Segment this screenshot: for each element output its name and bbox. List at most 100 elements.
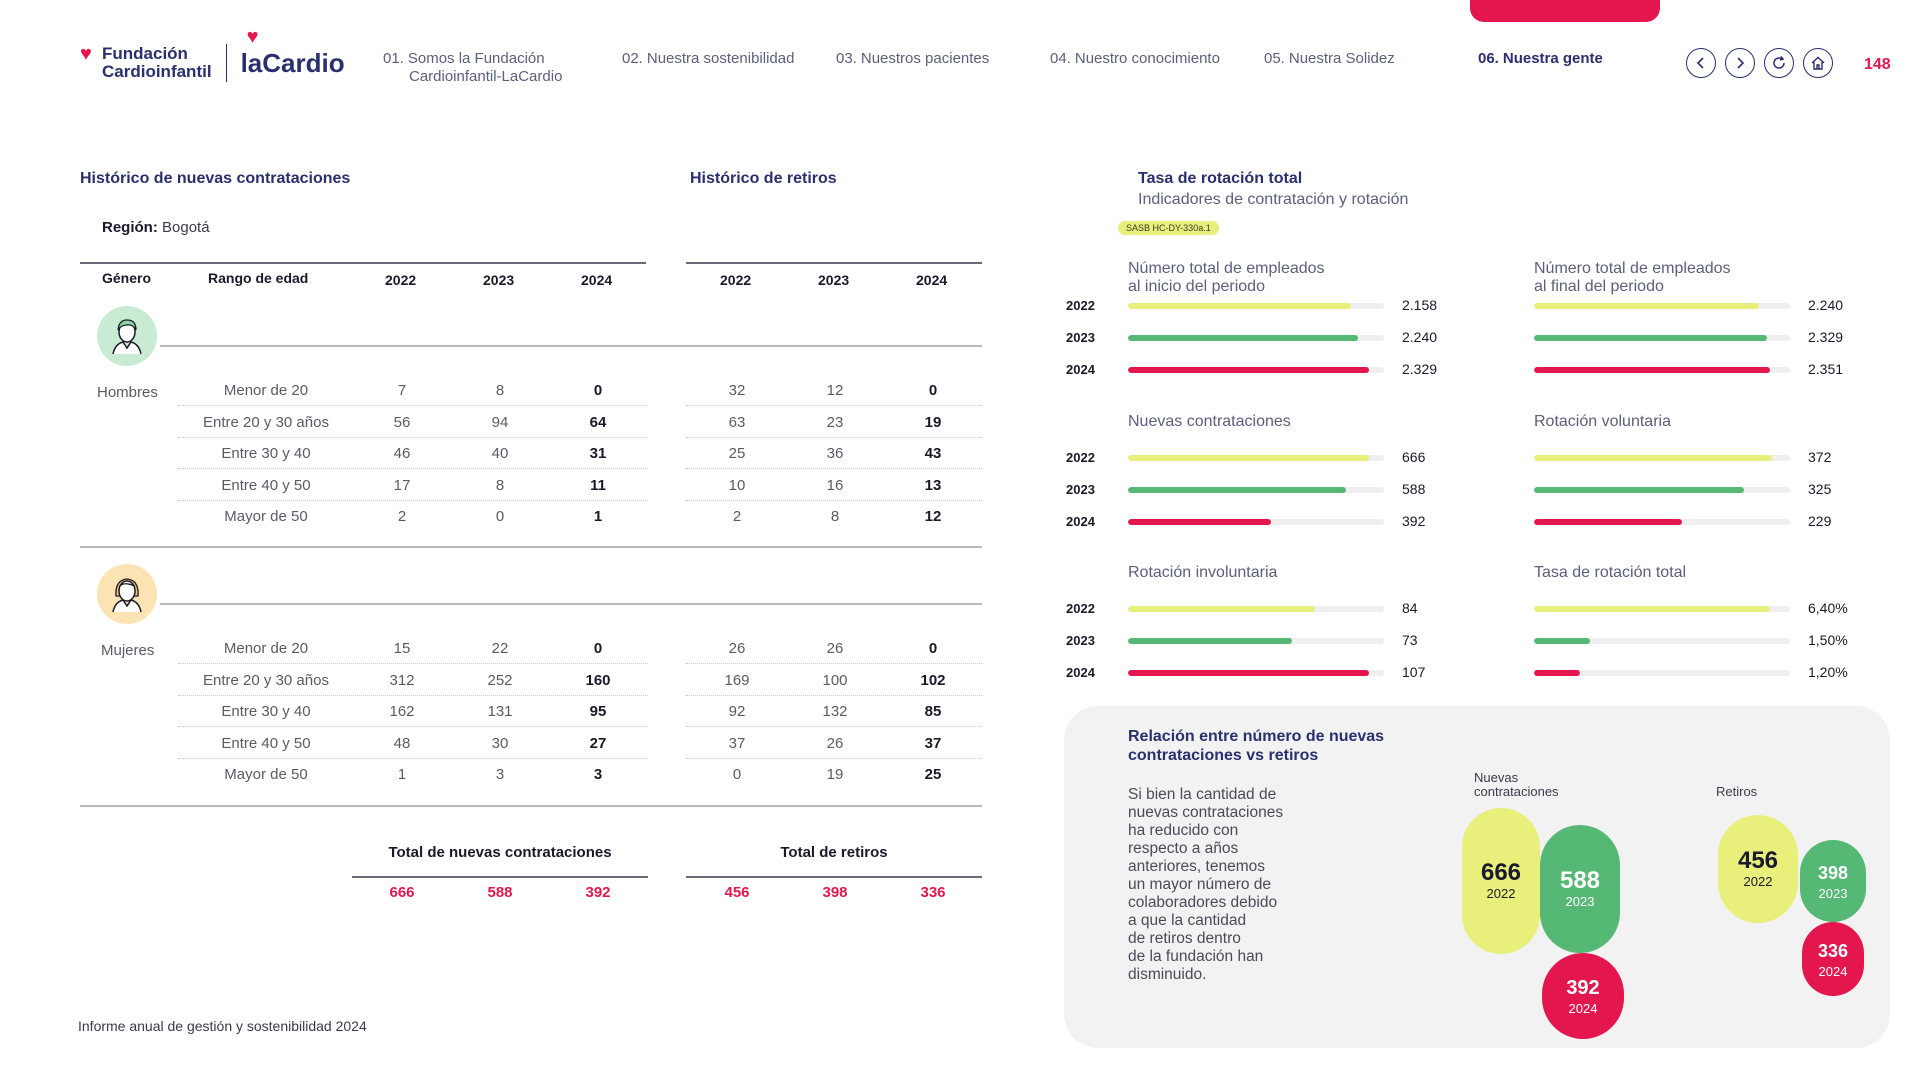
men-exits-cell: 0 [928, 382, 938, 399]
hires-bubble-2024: 392 2024 [1542, 953, 1624, 1039]
women-age-label: Entre 40 y 50 [221, 735, 311, 752]
men-hires-cell: 7 [397, 382, 407, 399]
men-label: Hombres [97, 384, 158, 401]
col-year: 2023 [483, 272, 515, 288]
men-hires-cell: 94 [491, 414, 509, 431]
indicator-bar-track [1534, 606, 1790, 612]
women-hires-cell: 48 [393, 735, 411, 752]
women-age-label: Entre 20 y 30 años [203, 672, 329, 689]
indicator-bar-fill [1128, 335, 1358, 341]
women-exits-cell: 26 [728, 640, 746, 657]
row-divider [686, 663, 982, 664]
section-rule [160, 345, 982, 347]
indicator-bar-track [1534, 487, 1790, 493]
nav-item-gente[interactable]: 06. Nuestra gente [1478, 50, 1603, 68]
indicator-year: 2023 [1066, 330, 1095, 345]
women-exits-cell: 85 [924, 703, 942, 720]
women-hires-cell: 3 [593, 766, 603, 783]
exits-bubble-2024: 336 2024 [1802, 922, 1864, 996]
men-exits-cell: 16 [826, 477, 844, 494]
chevron-left-icon[interactable] [1686, 48, 1716, 78]
total-exits-2022: 456 [724, 884, 750, 901]
logo-lacardio: ♥ laCardio [240, 25, 345, 78]
men-exits-cell: 12 [826, 382, 844, 399]
hires-bubble-2022: 666 2022 [1462, 808, 1540, 954]
row-divider [178, 437, 648, 438]
indicator-bar-track [1534, 670, 1790, 676]
women-hires-cell: 27 [589, 735, 607, 752]
indicator-bar-fill [1534, 335, 1767, 341]
women-hires-cell: 1 [397, 766, 407, 783]
nav-item-solidez[interactable]: 05. Nuestra Solidez [1264, 50, 1395, 68]
indicator-bar-track [1128, 519, 1384, 525]
men-hires-cell: 8 [495, 477, 505, 494]
indicator-value: 84 [1402, 600, 1418, 616]
indicator-bar-fill [1128, 670, 1369, 676]
indicator-label: Tasa de rotación total [1534, 564, 1687, 581]
indicator-value: 2.329 [1402, 361, 1438, 377]
women-hires-cell: 312 [389, 672, 415, 689]
hires-bubble-2023: 588 2023 [1540, 825, 1620, 953]
indicator-bar-track [1534, 455, 1790, 461]
indicator-bar-track [1128, 670, 1384, 676]
women-age-label: Mayor de 50 [224, 766, 308, 783]
indicator-bar-fill [1128, 367, 1369, 373]
nav-item-sostenibilidad[interactable]: 02. Nuestra sostenibilidad [622, 50, 794, 68]
nav-item-somos[interactable]: 01. Somos la Fundación Cardioinfantil-LaC… [383, 50, 562, 86]
indicator-year: 2022 [1066, 450, 1095, 465]
men-hires-cell: 1 [593, 508, 603, 525]
indicator-bar-track [1128, 335, 1384, 341]
exits-bubble-2023: 398 2023 [1800, 840, 1866, 922]
men-exits-cell: 43 [924, 445, 942, 462]
indicator-year: 2024 [1066, 514, 1095, 529]
indicator-bar-fill [1128, 638, 1292, 644]
nav-item-pacientes[interactable]: 03. Nuestros pacientes [836, 50, 989, 68]
chevron-right-icon[interactable] [1725, 48, 1755, 78]
col-year: 2023 [818, 272, 850, 288]
row-divider [686, 758, 982, 759]
indicator-bar-fill [1128, 519, 1271, 525]
men-exits-cell: 63 [728, 414, 746, 431]
indicator-value: 325 [1808, 481, 1832, 497]
table-top-rule [686, 262, 982, 264]
row-divider [178, 726, 648, 727]
men-hires-cell: 17 [393, 477, 411, 494]
indicator-value: 107 [1402, 664, 1426, 680]
men-exits-cell: 8 [830, 508, 840, 525]
women-exits-cell: 0 [928, 640, 938, 657]
women-hires-cell: 22 [491, 640, 509, 657]
men-exits-cell: 10 [728, 477, 746, 494]
nav-item-conocimiento[interactable]: 04. Nuestro conocimiento [1050, 50, 1220, 68]
indicator-bar-fill [1128, 606, 1315, 612]
men-hires-cell: 0 [495, 508, 505, 525]
home-icon[interactable] [1803, 48, 1833, 78]
total-hires-2022: 666 [389, 884, 415, 901]
indicator-year: 2022 [1066, 601, 1095, 616]
col-gender: Género [102, 270, 152, 286]
men-age-label: Entre 20 y 30 años [203, 414, 329, 431]
indicator-bar-track [1128, 455, 1384, 461]
men-exits-cell: 12 [924, 508, 942, 525]
indicator-value: 2.329 [1808, 329, 1844, 345]
totals-rule [686, 876, 982, 878]
indicator-bar-fill [1534, 638, 1590, 644]
row-divider [686, 405, 982, 406]
indicator-bar-fill [1534, 519, 1682, 525]
women-exits-cell: 100 [822, 672, 848, 689]
section-rule [80, 546, 982, 548]
indicator-label: Número total de empleados al inicio del p… [1128, 260, 1325, 295]
row-divider [178, 468, 648, 469]
refresh-icon[interactable] [1764, 48, 1794, 78]
logo-fundacion: ♥ Fundación Cardioinfantil [80, 43, 212, 81]
men-hires-cell: 40 [491, 445, 509, 462]
relation-text: Si bien la cantidad de nuevas contratacio… [1128, 786, 1284, 983]
men-exits-cell: 13 [924, 477, 942, 494]
logo[interactable]: ♥ Fundación Cardioinfantil ♥ laCardio [80, 25, 345, 82]
indicator-value: 2.240 [1808, 297, 1844, 313]
women-exits-cell: 25 [924, 766, 942, 783]
indicator-bar-track [1128, 303, 1384, 309]
sasb-badge: SASB HC-DY-330a.1 [1118, 221, 1219, 235]
men-exits-cell: 25 [728, 445, 746, 462]
indicator-value: 2.158 [1402, 297, 1438, 313]
total-exits-label: Total de retiros [780, 844, 888, 861]
